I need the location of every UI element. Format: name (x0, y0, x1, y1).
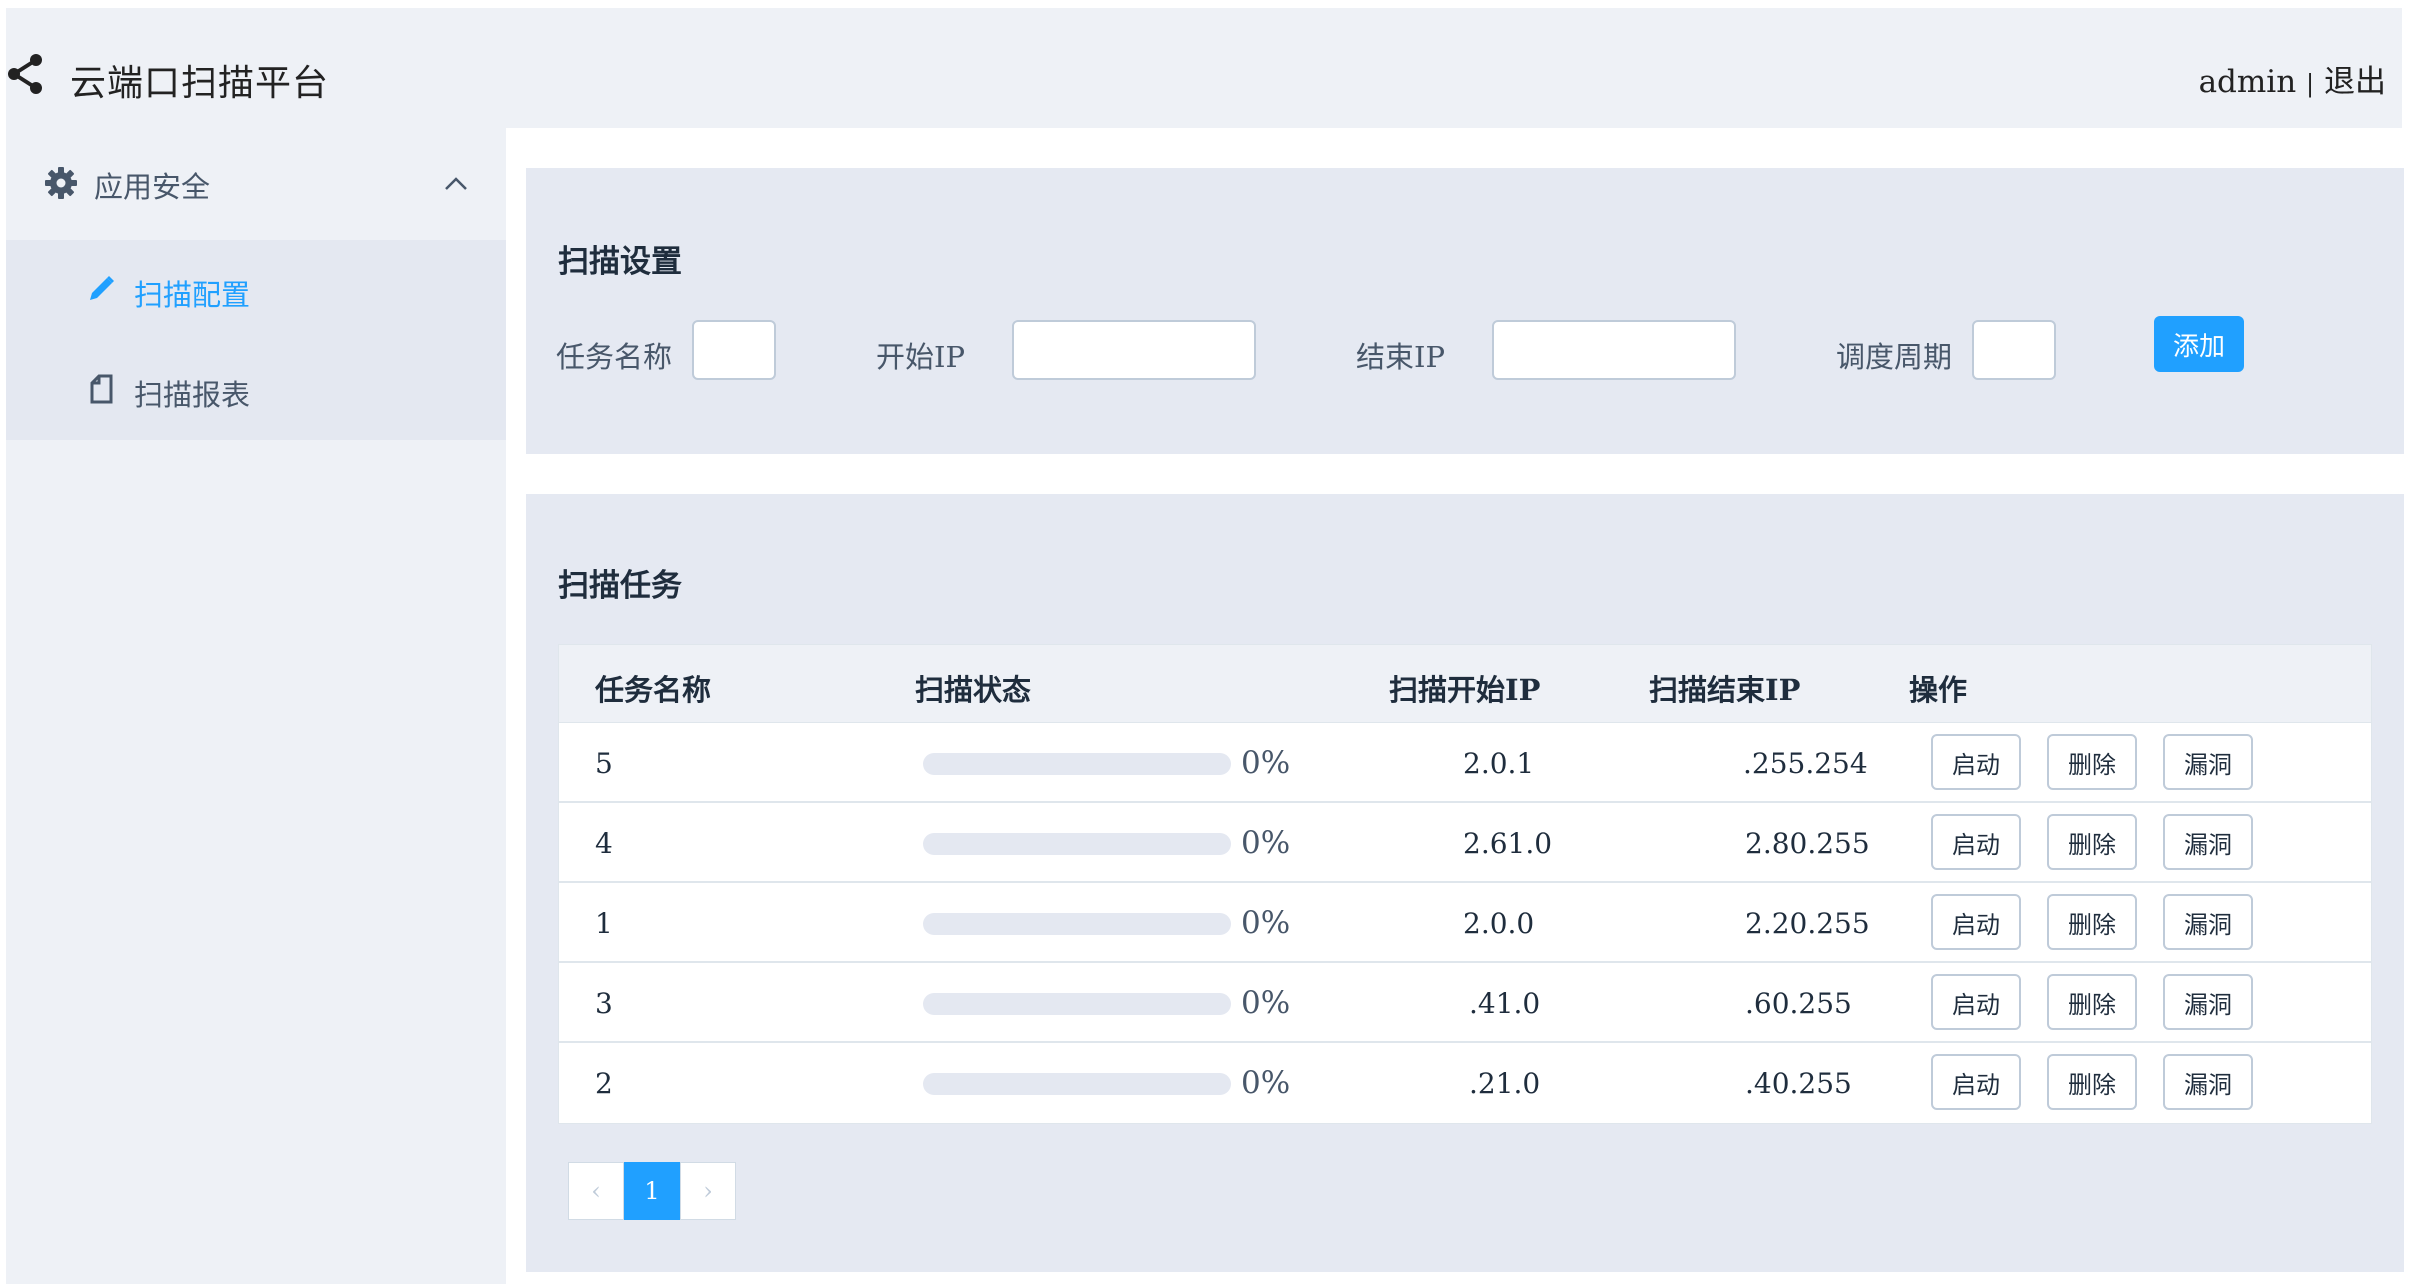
progress-percent: 0% (1241, 825, 1291, 861)
scan-settings-panel: 扫描设置 任务名称 开始IP 结束IP 调度周期 添加 (526, 168, 2404, 454)
end-ip-cell: .255.254 (1743, 747, 1868, 780)
delete-button[interactable]: 删除 (2047, 894, 2137, 950)
task-name-cell: 4 (595, 827, 613, 860)
schedule-period-label: 调度周期 (1836, 340, 1953, 374)
task-name-cell: 1 (595, 907, 613, 940)
progress-percent: 0% (1241, 905, 1291, 941)
column-header-actions: 操作 (1909, 673, 1968, 707)
task-name-input[interactable] (692, 320, 776, 380)
task-name-cell: 5 (595, 747, 613, 780)
progress-percent: 0% (1241, 985, 1291, 1021)
start-ip-label: 开始IP (876, 340, 965, 374)
user-separator: | (2306, 70, 2315, 98)
sidebar-item-scan-config[interactable]: 扫描配置 (6, 240, 506, 340)
pagination-page-1[interactable]: 1 (624, 1162, 680, 1220)
start-ip-cell: 2.61.0 (1463, 827, 1553, 860)
start-ip-cell: .41.0 (1469, 987, 1541, 1020)
sidebar-item-scan-report[interactable]: 扫描报表 (6, 340, 506, 440)
progress-percent: 0% (1241, 745, 1291, 781)
table-row: 2 0% .21.0 .40.255 启动 删除 漏洞 (559, 1043, 2371, 1123)
column-header-end-ip[interactable]: 扫描结束IP (1649, 667, 1800, 709)
sidebar-submenu: 扫描配置 扫描报表 (6, 240, 506, 440)
logout-link[interactable]: 退出 (2324, 64, 2386, 100)
sidebar-item-label: 扫描报表 (134, 378, 251, 412)
delete-button[interactable]: 删除 (2047, 734, 2137, 790)
end-ip-cell: 2.20.255 (1745, 907, 1870, 940)
progress-bar (923, 833, 1231, 855)
pagination: ‹ 1 › (568, 1162, 736, 1220)
table-row: 1 0% 2.0.0 2.20.255 启动 删除 漏洞 (559, 883, 2371, 963)
end-ip-cell: 2.80.255 (1745, 827, 1870, 860)
task-name-label: 任务名称 (556, 340, 673, 374)
scan-tasks-title: 扫描任务 (558, 568, 682, 604)
sidebar: 应用安全 扫描配置 扫描报表 (6, 128, 506, 1284)
scan-tasks-panel: 扫描任务 任务名称 扫描状态 扫描开始IP 扫描结束IP 操作 5 0% 2.0… (526, 494, 2404, 1272)
vulnerability-button[interactable]: 漏洞 (2163, 894, 2253, 950)
column-header-scan-status[interactable]: 扫描状态 (915, 667, 1031, 709)
progress-bar (923, 1073, 1231, 1095)
scan-tasks-table: 任务名称 扫描状态 扫描开始IP 扫描结束IP 操作 5 0% 2.0.1 .2… (558, 644, 2372, 1124)
pagination-prev-button[interactable]: ‹ (568, 1162, 624, 1220)
start-button[interactable]: 启动 (1931, 894, 2021, 950)
top-header: 云端口扫描平台 admin | 退出 (6, 8, 2402, 128)
progress-bar (923, 913, 1231, 935)
scan-settings-title: 扫描设置 (558, 244, 682, 280)
start-button[interactable]: 启动 (1931, 1054, 2021, 1110)
username[interactable]: admin (2199, 64, 2297, 100)
task-name-cell: 2 (595, 1067, 613, 1100)
end-ip-label: 结束IP (1356, 340, 1445, 374)
table-row: 4 0% 2.61.0 2.80.255 启动 删除 漏洞 (559, 803, 2371, 883)
progress-bar (923, 753, 1231, 775)
vulnerability-button[interactable]: 漏洞 (2163, 1054, 2253, 1110)
vulnerability-button[interactable]: 漏洞 (2163, 734, 2253, 790)
delete-button[interactable]: 删除 (2047, 1054, 2137, 1110)
start-ip-cell: .21.0 (1469, 1067, 1541, 1100)
task-name-cell: 3 (595, 987, 613, 1020)
share-icon (8, 54, 42, 94)
table-row: 3 0% .41.0 .60.255 启动 删除 漏洞 (559, 963, 2371, 1043)
table-header: 任务名称 扫描状态 扫描开始IP 扫描结束IP 操作 (559, 645, 2371, 723)
progress-bar (923, 993, 1231, 1015)
progress-percent: 0% (1241, 1065, 1291, 1101)
sidebar-item-label: 扫描配置 (134, 278, 251, 312)
column-header-task-name[interactable]: 任务名称 (595, 667, 711, 709)
gear-icon (45, 167, 77, 199)
table-row: 5 0% 2.0.1 .255.254 启动 删除 漏洞 (559, 723, 2371, 803)
add-button[interactable]: 添加 (2154, 316, 2244, 372)
start-button[interactable]: 启动 (1931, 974, 2021, 1030)
document-icon (90, 374, 113, 404)
sidebar-group-label: 应用安全 (94, 170, 211, 204)
end-ip-cell: .60.255 (1745, 987, 1852, 1020)
start-ip-cell: 2.0.1 (1463, 747, 1535, 780)
start-ip-input[interactable] (1012, 320, 1256, 380)
start-button[interactable]: 启动 (1931, 734, 2021, 790)
delete-button[interactable]: 删除 (2047, 814, 2137, 870)
pagination-next-button[interactable]: › (680, 1162, 736, 1220)
end-ip-cell: .40.255 (1745, 1067, 1852, 1100)
column-header-start-ip[interactable]: 扫描开始IP (1389, 667, 1540, 709)
sidebar-group-app-security[interactable]: 应用安全 (6, 128, 506, 240)
chevron-up-icon[interactable] (442, 170, 470, 198)
vulnerability-button[interactable]: 漏洞 (2163, 814, 2253, 870)
end-ip-input[interactable] (1492, 320, 1736, 380)
delete-button[interactable]: 删除 (2047, 974, 2137, 1030)
start-button[interactable]: 启动 (1931, 814, 2021, 870)
pencil-icon (90, 276, 114, 300)
app-title: 云端口扫描平台 (70, 63, 330, 104)
schedule-period-input[interactable] (1972, 320, 2056, 380)
user-area: admin | 退出 (2199, 56, 2386, 101)
vulnerability-button[interactable]: 漏洞 (2163, 974, 2253, 1030)
start-ip-cell: 2.0.0 (1463, 907, 1535, 940)
